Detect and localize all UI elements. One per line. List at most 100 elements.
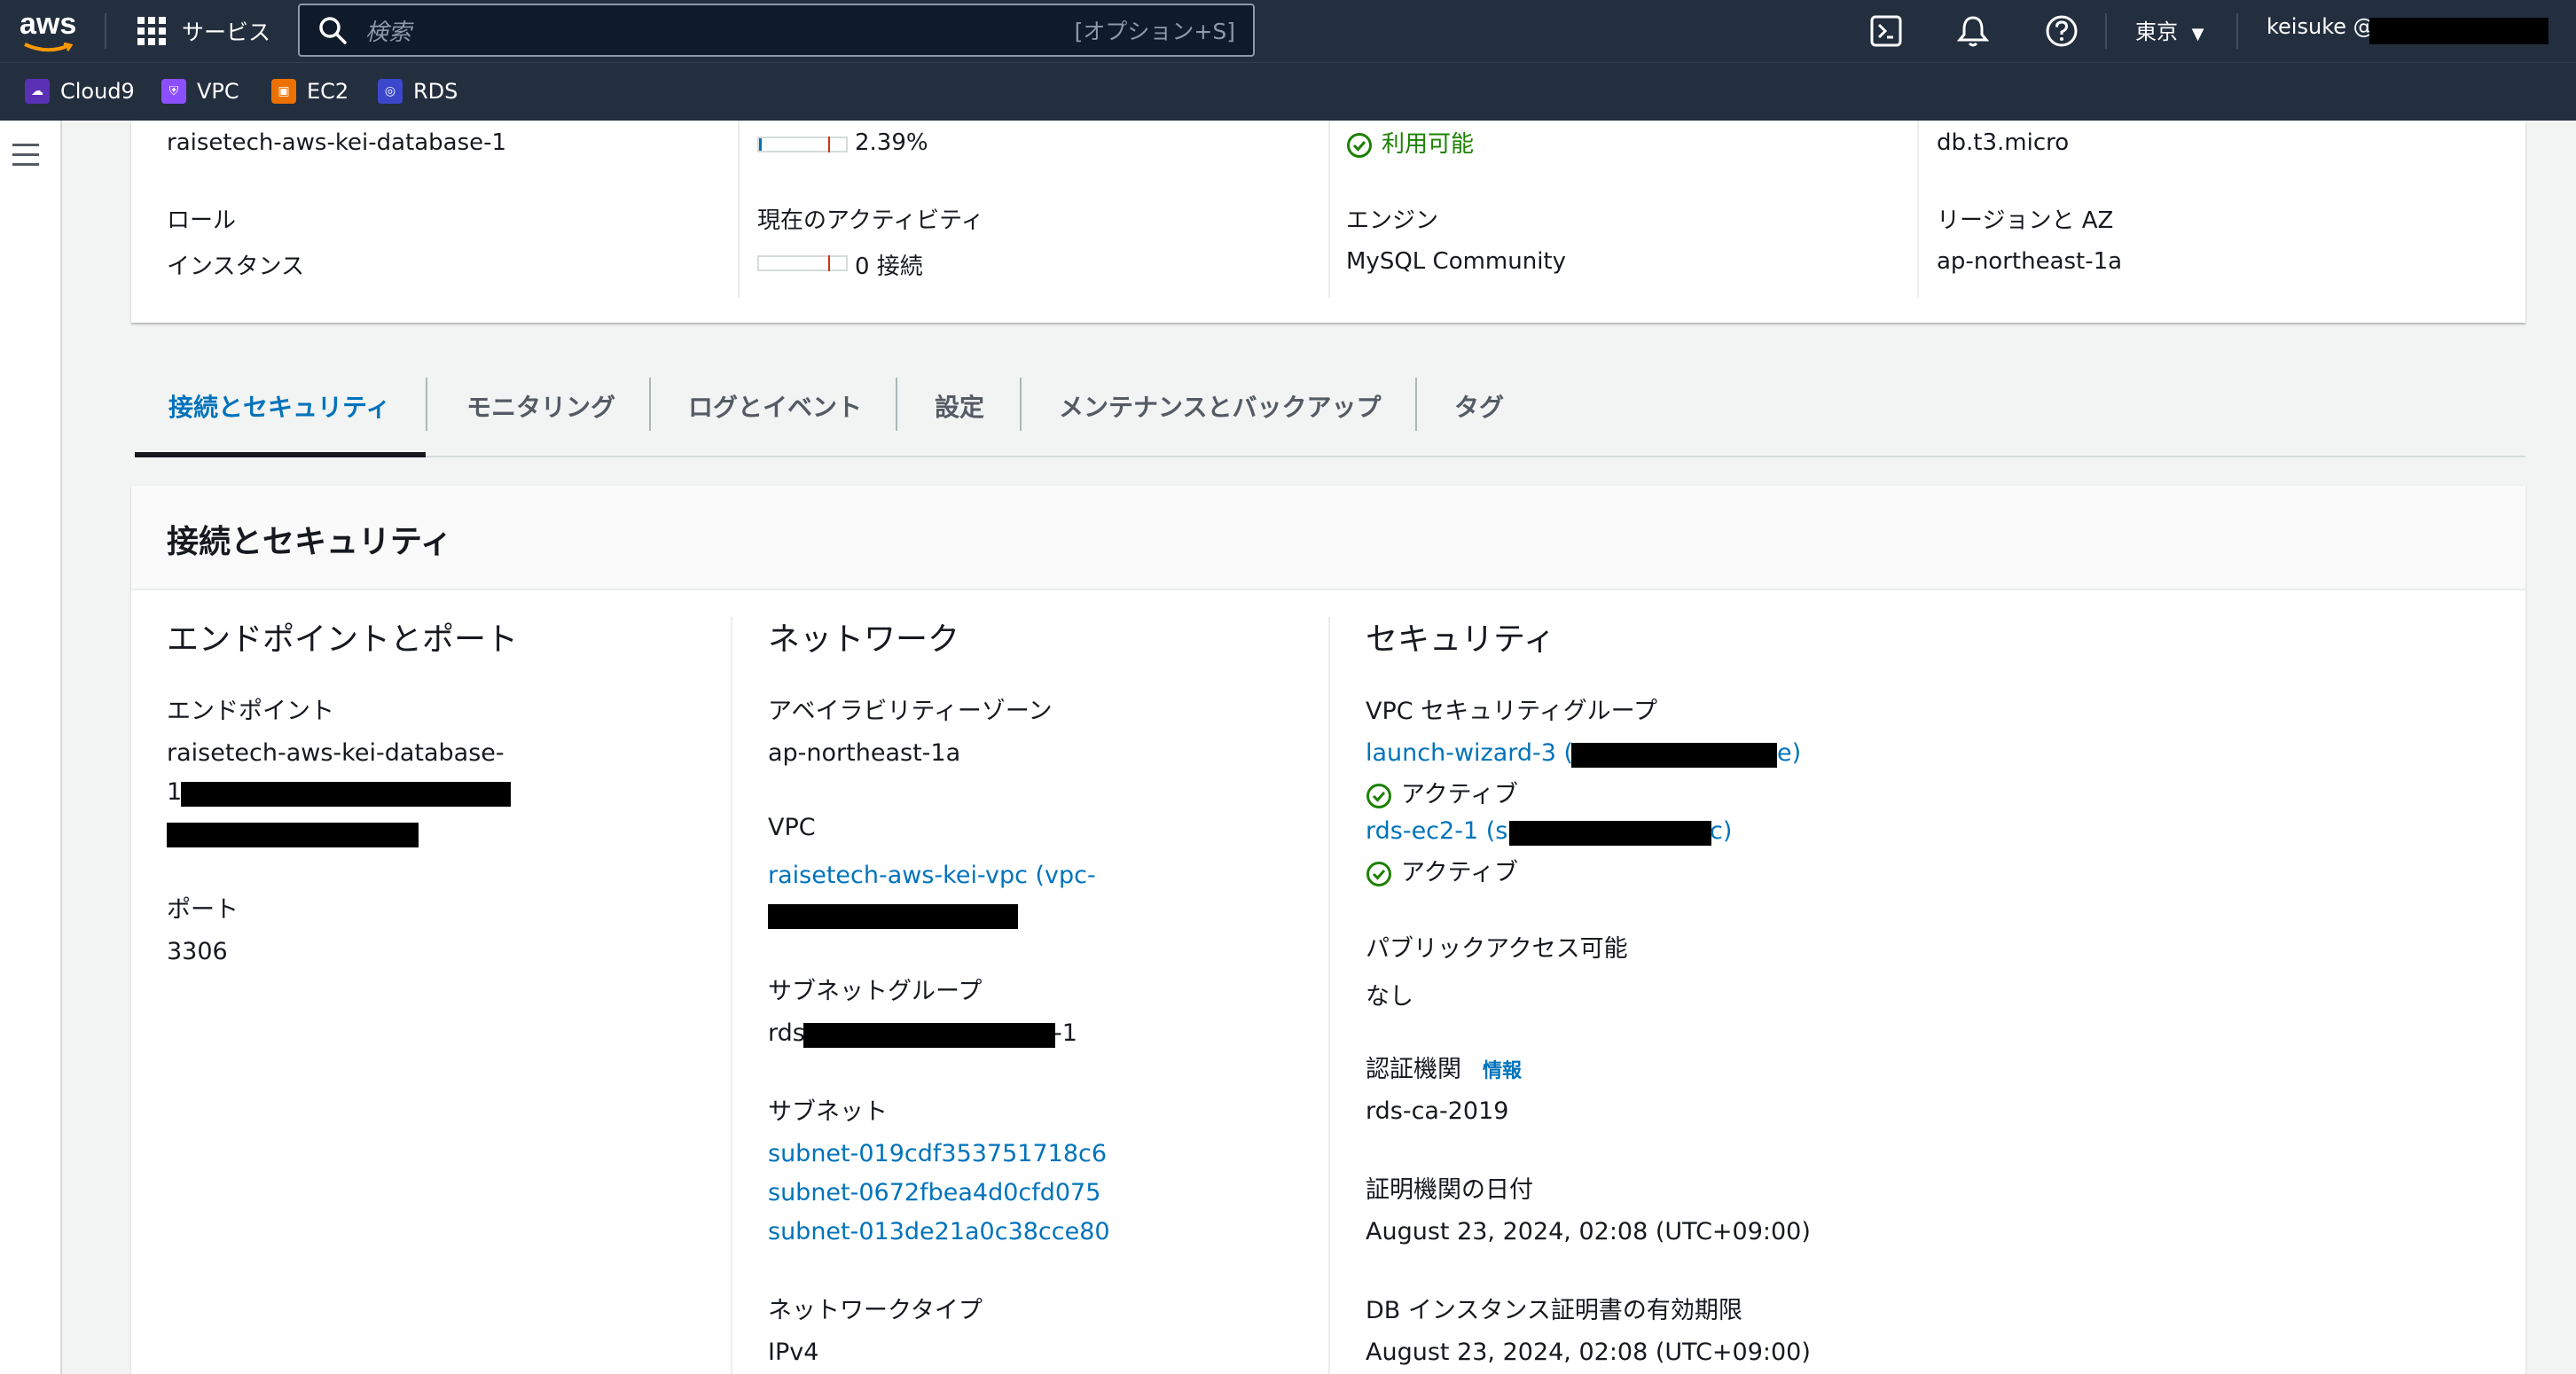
engine-label: エンジン [1346,207,1439,234]
services-label: サービス [182,20,271,45]
aws-logo-text: aws [20,7,77,41]
connectivity-security-panel: 接続とセキュリティ エンドポイントとポート エンドポイント raisetech-… [131,486,2525,1374]
favorite-label: EC2 [307,79,349,104]
cloud9-icon: ☁ [25,79,50,104]
vpc-icon: ⛨ [161,79,186,104]
region-az-label: リージョンと AZ [1937,207,2114,234]
security-group-status: アクティブ [1366,853,1518,887]
security-section-title: セキュリティ [1366,621,1555,658]
success-check-icon [1347,132,1372,158]
engine-value: MySQL Community [1346,248,1567,275]
activity-bar [757,255,848,271]
db-identifier: raisetech-aws-kei-database-1 [167,129,507,156]
favorite-label: Cloud9 [60,79,135,104]
favorite-cloud9[interactable]: ☁ Cloud9 [25,79,135,104]
status-text: 利用可能 [1382,131,1475,158]
redaction-bar [167,823,419,847]
menu-hamburger-icon[interactable] [12,144,39,167]
subnet-group-suffix: -1 [1053,1019,1077,1047]
tab-divider [1415,378,1417,431]
subnet-link[interactable]: subnet-019cdf353751718c6 [768,1140,1107,1167]
panel-header: 接続とセキュリティ [131,486,2525,590]
instance-class: db.t3.micro [1937,129,2070,156]
security-group-link[interactable]: rds-ec2-1 (s [1366,817,1507,845]
favorite-ec2[interactable]: ▣ EC2 [271,79,348,104]
vpc-link[interactable]: raisetech-aws-kei-vpc (vpc- [768,862,1096,889]
az-label: アベイラビリティーゾーン [768,698,1053,725]
column-divider [1328,617,1330,1374]
endpoint-value-line2: 1 [167,778,183,806]
notification-bell-icon[interactable] [1954,12,1992,50]
summary-card: raisetech-aws-kei-database-1 ロール インスタンス … [131,121,2525,323]
aws-logo[interactable]: aws [20,7,82,55]
az-value: ap-northeast-1a [768,739,961,767]
success-check-icon [1366,861,1391,886]
rds-icon: ◎ [378,79,403,104]
security-group-link-suffix[interactable]: e) [1777,739,1801,767]
cloudshell-icon[interactable] [1867,12,1905,50]
services-menu-button[interactable]: サービス [137,14,270,48]
account-menu[interactable]: keisuke @ [2267,14,2375,39]
help-icon[interactable] [2043,12,2080,50]
column-divider [1917,121,1919,298]
ca-label: 認証機関 [1366,1056,1461,1083]
security-group-link-suffix[interactable]: c) [1710,817,1732,845]
activity-label: 現在のアクティビティ [757,207,984,234]
column-divider [731,617,732,1374]
activity-value: 0 接続 [855,254,923,280]
port-value: 3306 [167,938,228,965]
network-section-title: ネットワーク [768,621,960,658]
subnet-group-label: サブネットグループ [768,978,983,1005]
aws-smile-icon [24,43,73,52]
redaction-bar [803,1023,1055,1048]
active-tab-indicator [135,452,426,457]
ec2-icon: ▣ [271,79,296,104]
security-group-status: アクティブ [1366,775,1518,809]
cert-expiry-value: August 23, 2024, 02:08 (UTC+09:00) [1366,1339,1811,1366]
favorite-label: RDS [413,79,458,104]
nav-divider [2105,13,2107,49]
subnet-link[interactable]: subnet-013de21a0c38cce80 [768,1218,1110,1245]
nav-divider [105,13,106,49]
subnet-group-prefix: rds [768,1019,805,1047]
redaction-bar [181,782,511,807]
ca-info-link[interactable]: 情報 [1483,1055,1522,1083]
tab-configuration[interactable]: 設定 [935,388,984,424]
search-input[interactable]: 検索 [オプション+S] [298,4,1255,57]
grid-icon [137,17,166,45]
tab-connectivity-security[interactable]: 接続とセキュリティ [168,388,390,424]
subnet-link[interactable]: subnet-0672fbea4d0cfd075 [768,1179,1100,1206]
ca-date-label: 証明機関の日付 [1366,1176,1533,1204]
redaction-bar [1571,743,1777,768]
tab-maintenance-backup[interactable]: メンテナンスとバックアップ [1059,388,1381,424]
port-label: ポート [167,896,239,924]
cpu-utilization-value: 2.39% [855,129,928,156]
region-selector[interactable]: 東京 ▼ [2135,14,2204,45]
subnets-label: サブネット [768,1098,888,1126]
favorite-rds[interactable]: ◎ RDS [378,79,458,104]
redaction-bar [1509,821,1711,846]
network-type-label: ネットワークタイプ [768,1297,983,1324]
favorite-label: VPC [197,79,239,104]
column-divider [1328,121,1330,298]
tab-divider [1020,378,1022,431]
caret-down-icon: ▼ [2191,25,2204,43]
security-group-link[interactable]: launch-wizard-3 (s [1366,739,1586,767]
user-name: keisuke @ [2267,14,2375,39]
endpoint-value-line1: raisetech-aws-kei-database- [167,739,505,767]
role-label: ロール [167,207,237,234]
vpc-label: VPC [768,814,816,841]
side-navigation-rail [0,121,62,1374]
status-text: アクティブ [1401,859,1519,886]
tab-divider [896,378,897,431]
tab-divider [426,378,427,431]
tab-monitoring[interactable]: モニタリング [466,388,615,424]
tab-logs-events[interactable]: ログとイベント [688,388,862,424]
tab-tags[interactable]: タグ [1454,388,1504,424]
search-icon [319,17,347,44]
top-navigation: aws サービス 検索 [オプション+S] 東京 ▼ keisuke @ [0,0,2576,62]
region-az-value: ap-northeast-1a [1937,248,2123,275]
favorite-vpc[interactable]: ⛨ VPC [161,79,239,104]
status-text: アクティブ [1401,781,1519,808]
endpoint-section-title: エンドポイントとポート [167,621,519,658]
